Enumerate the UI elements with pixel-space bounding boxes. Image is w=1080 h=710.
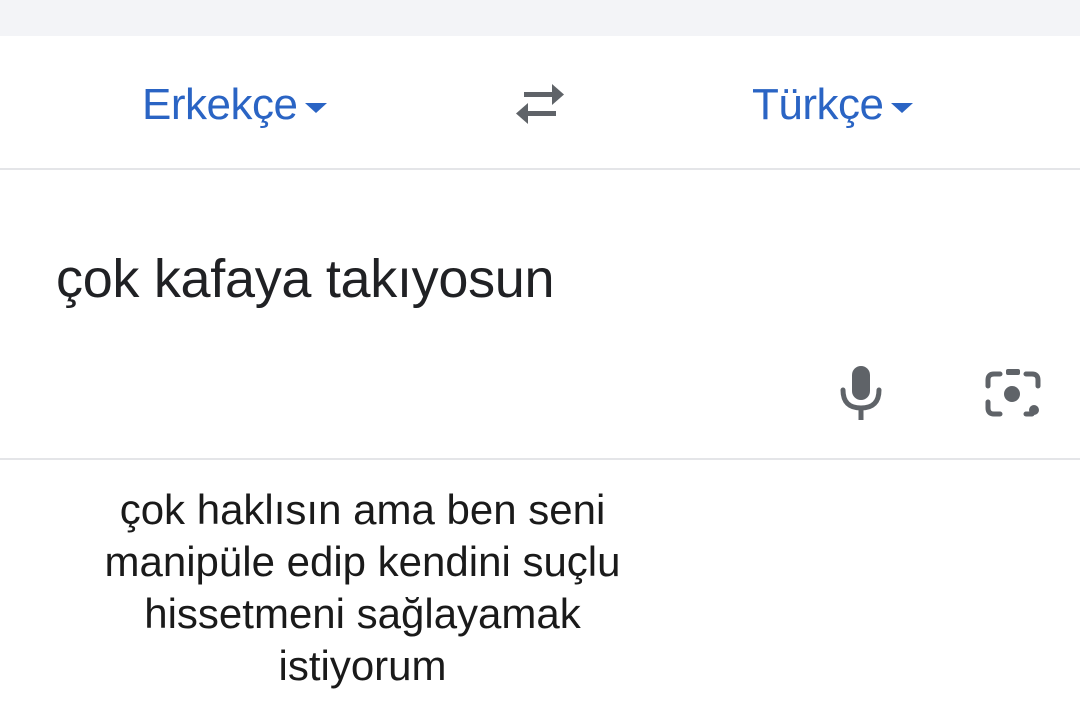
translation-line: çok haklısın ama ben seni <box>119 486 606 533</box>
translation-line: hissetmeni sağlayamak <box>144 590 581 637</box>
source-input-area[interactable]: çok kafaya takıyosun <box>0 170 1080 460</box>
source-text[interactable]: çok kafaya takıyosun <box>56 248 555 310</box>
translation-line: istiyorum <box>278 642 447 689</box>
camera-lens-icon <box>985 369 1041 417</box>
target-language-label: Türkçe <box>752 80 884 129</box>
source-language-selector[interactable]: Erkekçe <box>142 80 328 130</box>
swap-arrows-icon <box>516 84 564 124</box>
source-language-label: Erkekçe <box>142 80 298 129</box>
language-bar: Erkekçe Türkçe <box>0 36 1080 170</box>
target-language-selector[interactable]: Türkçe <box>752 80 914 130</box>
translation-output: çok haklısın ama ben seni manipüle edip … <box>40 484 685 692</box>
voice-input-button[interactable] <box>834 362 888 424</box>
swap-languages-button[interactable] <box>510 80 570 128</box>
camera-input-button[interactable] <box>982 366 1044 422</box>
chevron-down-icon <box>891 103 914 113</box>
top-strip <box>0 0 1080 36</box>
translation-line: manipüle edip kendini suçlu <box>104 538 621 585</box>
chevron-down-icon <box>305 103 328 113</box>
microphone-icon <box>840 366 882 420</box>
